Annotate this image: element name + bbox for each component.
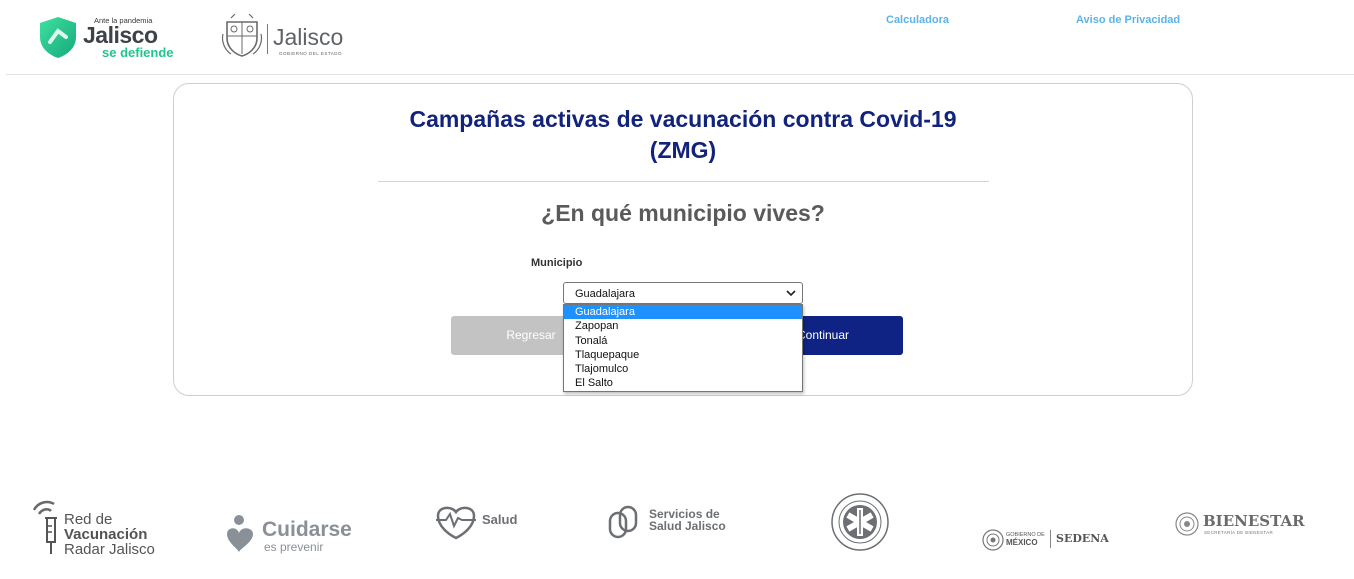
mexico-seal-icon	[982, 529, 1004, 551]
bienestar-name: BIENESTAR	[1203, 512, 1305, 530]
bienestar-logo: BIENESTAR SECRETARÍA DE BIENESTAR	[1175, 510, 1315, 540]
gobierno-jalisco-logo[interactable]: Jalisco GOBIERNO DEL ESTADO	[221, 14, 361, 60]
cuidarse-logo: Cuidarse es prevenir	[224, 512, 364, 556]
campaign-card: Campañas activas de vacunación contra Co…	[173, 83, 1193, 396]
bienestar-seal-icon	[1175, 512, 1199, 536]
municipio-dropdown-list: Guadalajara Zapopan Tonalá Tlaquepaque T…	[563, 304, 803, 392]
sedena-logo: GOBIERNO DE MÉXICO SEDENA	[982, 528, 1122, 554]
ssj-line2: Salud Jalisco	[649, 519, 726, 533]
gov-name: Jalisco	[273, 24, 344, 50]
gov-subtitle: GOBIERNO DEL ESTADO	[279, 51, 343, 56]
salud-label: Salud	[482, 512, 518, 527]
cuidarse-sub: es prevenir	[264, 540, 324, 554]
page: Ante la pandemia Jalisco se defiende Jal…	[0, 0, 1354, 579]
nav-link-calculadora[interactable]: Calculadora	[886, 14, 949, 26]
ssj-emblem-icon	[608, 505, 638, 539]
brand-subtitle: se defiende	[102, 45, 174, 60]
cuidarse-main: Cuidarse	[262, 518, 352, 541]
sedena-gob-line2: MÉXICO	[1006, 538, 1038, 547]
servicios-salud-jalisco-logo: Servicios de Salud Jalisco	[607, 504, 747, 544]
sedena-divider	[1050, 530, 1051, 548]
syringe-icon	[32, 500, 57, 554]
red-vacunacion-logo: Red de Vacunación Radar Jalisco	[30, 496, 180, 558]
page-title-line2: (ZMG)	[649, 137, 717, 163]
red-line3: Radar Jalisco	[64, 541, 155, 558]
municipality-question: ¿En qué municipio vives?	[541, 200, 825, 226]
shield-check-icon	[40, 17, 76, 58]
state-crest-icon	[221, 14, 263, 57]
option-guadalajara[interactable]: Guadalajara	[564, 305, 802, 320]
title-divider	[378, 181, 989, 182]
page-title: Campañas activas de vacunación contra Co…	[174, 104, 1192, 166]
gov-divider	[267, 24, 268, 54]
nav-link-aviso-privacidad[interactable]: Aviso de Privacidad	[1076, 14, 1180, 26]
option-tonala[interactable]: Tonalá	[564, 334, 802, 348]
bienestar-sub: SECRETARÍA DE BIENESTAR	[1204, 530, 1273, 535]
tooth-heart-icon	[436, 506, 476, 540]
municipio-select[interactable]: Guadalajara	[563, 282, 803, 304]
samu-seal	[828, 492, 892, 552]
salud-logo: Salud	[434, 502, 534, 542]
page-title-line1: Campañas activas de vacunación contra Co…	[409, 106, 957, 132]
red-line2: Vacunación	[64, 526, 148, 543]
municipio-select-value: Guadalajara	[575, 288, 635, 300]
star-of-life-icon	[831, 493, 889, 551]
option-el-salto[interactable]: El Salto	[564, 376, 802, 390]
header: Ante la pandemia Jalisco se defiende Jal…	[0, 0, 1354, 75]
red-line1: Red de	[64, 511, 113, 528]
heart-person-icon	[227, 515, 253, 552]
option-zapopan[interactable]: Zapopan	[564, 319, 802, 333]
chevron-down-icon	[786, 290, 796, 297]
municipio-label: Municipio	[531, 257, 583, 269]
sedena-name: SEDENA	[1056, 532, 1109, 545]
option-tlajomulco[interactable]: Tlajomulco	[564, 362, 802, 376]
jalisco-se-defiende-logo[interactable]: Ante la pandemia Jalisco se defiende	[36, 13, 176, 61]
header-divider	[6, 74, 1354, 75]
option-tlaquepaque[interactable]: Tlaquepaque	[564, 348, 802, 362]
